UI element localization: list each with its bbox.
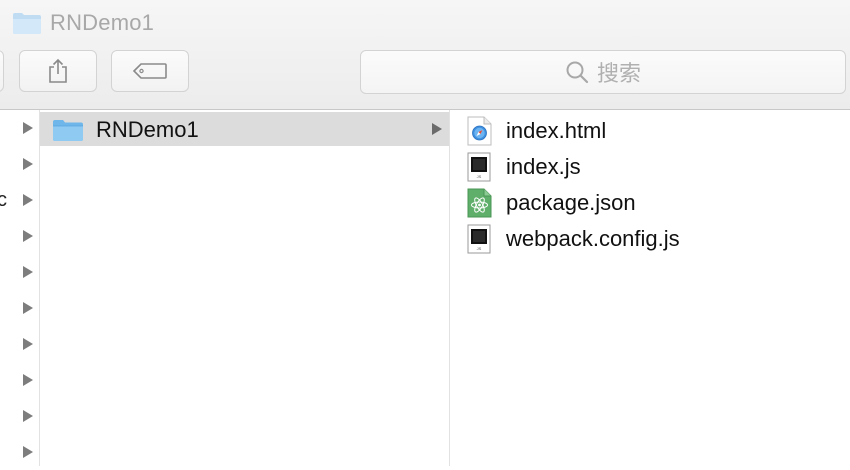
share-icon	[49, 58, 67, 83]
search-field[interactable]: 搜索	[360, 50, 846, 94]
search-icon	[566, 61, 589, 84]
list-item[interactable]	[0, 218, 39, 254]
file-item-package-json[interactable]: package.json	[450, 184, 850, 220]
svg-text:JS: JS	[477, 246, 482, 251]
disclosure-arrow-icon	[23, 410, 33, 422]
js-file-icon: JS	[467, 152, 491, 182]
folder-name: RNDemo1	[96, 117, 199, 142]
window-title: RNDemo1	[12, 8, 154, 38]
list-item[interactable]	[0, 290, 39, 326]
disclosure-arrow-icon	[23, 302, 33, 314]
disclosure-arrow-icon	[23, 122, 33, 134]
list-item[interactable]	[0, 398, 39, 434]
browser-column-1[interactable]: c	[0, 110, 40, 466]
file-item-webpack-config-js[interactable]: JS webpack.config.js	[450, 220, 850, 256]
truncated-item-label: c	[0, 189, 7, 211]
disclosure-arrow-icon	[432, 123, 442, 135]
window-title-text: RNDemo1	[50, 10, 155, 35]
file-item-index-js[interactable]: JS index.js	[450, 148, 850, 184]
window-toolbar: RNDemo1 搜索	[0, 0, 850, 110]
svg-text:JS: JS	[477, 174, 482, 179]
browser-column-3[interactable]: index.html JS index.js package.json JS w…	[450, 110, 850, 466]
list-item[interactable]: c	[0, 182, 39, 218]
json-file-icon	[467, 188, 492, 218]
folder-icon	[13, 13, 41, 34]
js-file-icon: JS	[467, 224, 491, 254]
list-item[interactable]	[0, 146, 39, 182]
folder-icon	[53, 120, 83, 141]
browser-column-2[interactable]: RNDemo1	[40, 110, 450, 466]
file-name: index.html	[506, 118, 607, 143]
disclosure-arrow-icon	[23, 230, 33, 242]
file-item-index-html[interactable]: index.html	[450, 112, 850, 148]
folder-item-rndemo1[interactable]: RNDemo1	[40, 112, 449, 146]
list-item[interactable]	[0, 434, 39, 470]
list-item[interactable]	[0, 110, 39, 146]
search-placeholder: 搜索	[596, 61, 641, 86]
disclosure-arrow-icon	[23, 158, 33, 170]
disclosure-arrow-icon	[23, 374, 33, 386]
tags-button[interactable]	[111, 50, 189, 92]
list-item[interactable]	[0, 362, 39, 398]
disclosure-arrow-icon	[23, 194, 33, 206]
tag-icon	[132, 63, 167, 79]
file-name: webpack.config.js	[506, 226, 680, 251]
share-button[interactable]	[19, 50, 97, 92]
html-file-icon	[467, 116, 492, 146]
file-name: package.json	[506, 190, 636, 215]
view-mode-button[interactable]	[0, 50, 4, 92]
file-name: index.js	[506, 154, 581, 179]
list-item[interactable]	[0, 326, 39, 362]
disclosure-arrow-icon	[23, 338, 33, 350]
disclosure-arrow-icon	[23, 446, 33, 458]
list-item[interactable]	[0, 254, 39, 290]
disclosure-arrow-icon	[23, 266, 33, 278]
